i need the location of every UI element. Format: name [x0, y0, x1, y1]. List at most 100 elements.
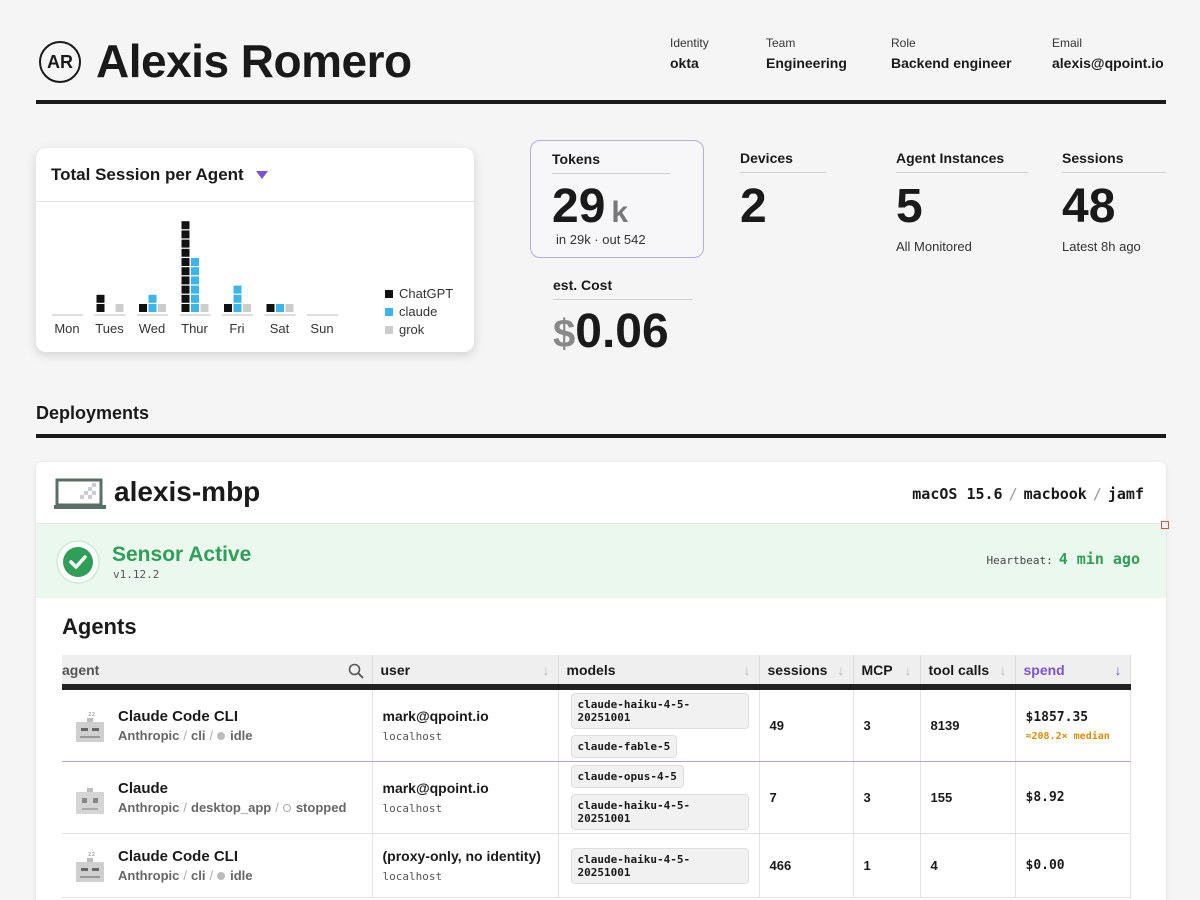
- bar-segment-claude[interactable]: [148, 304, 157, 312]
- bar-segment-claude[interactable]: [148, 294, 157, 303]
- host-meta: macOS 15.6 / macbook / jamf: [912, 485, 1144, 503]
- col-models[interactable]: models ↓: [558, 655, 760, 690]
- bar-segment-grok[interactable]: [285, 304, 294, 312]
- bar-segment-chatgpt[interactable]: [181, 230, 190, 239]
- bar-segment-chatgpt[interactable]: [181, 267, 190, 276]
- bar-segment-claude[interactable]: [276, 304, 284, 312]
- bar-segment-claude[interactable]: [191, 304, 199, 312]
- bar-segment-chatgpt[interactable]: [96, 294, 105, 303]
- table-row[interactable]: Claude Anthropic / desktop_app / stopped mar…: [62, 761, 1131, 834]
- models-cell: claude-haiku-4-5-20251001: [558, 833, 760, 898]
- meta-value: Engineering: [766, 55, 847, 71]
- bar-segment-chatgpt[interactable]: [181, 304, 190, 312]
- sort-arrow-icon[interactable]: ↓: [543, 662, 550, 678]
- sort-arrow-icon[interactable]: ↓: [1115, 662, 1122, 678]
- spend-note: ≈208.2× median: [1025, 730, 1110, 742]
- bar-segment-chatgpt[interactable]: [96, 304, 105, 312]
- heartbeat: Heartbeat: 4 min ago: [986, 550, 1140, 568]
- legend-entry[interactable]: ChatGPT: [399, 286, 453, 301]
- legend-entry[interactable]: grok: [399, 322, 425, 337]
- col-tool-calls[interactable]: tool calls ↓: [920, 655, 1016, 690]
- table-row[interactable]: zz Claude Code CLI Anthropic / cli / idle (p…: [62, 833, 1131, 898]
- spend-value: $1857.35: [1025, 709, 1089, 725]
- bar-segment-claude[interactable]: [191, 276, 199, 285]
- bar-segment-chatgpt[interactable]: [181, 285, 190, 294]
- search-icon[interactable]: [348, 663, 364, 679]
- bar-segment-grok[interactable]: [243, 304, 251, 312]
- legend-entry[interactable]: claude: [399, 304, 437, 319]
- bar-segment-chatgpt[interactable]: [224, 304, 232, 312]
- bar-segment-claude[interactable]: [191, 258, 199, 266]
- tool-calls-cell: 155: [920, 761, 1016, 834]
- meta-role: Role Backend engineer: [891, 36, 1012, 71]
- separator: /: [1092, 485, 1102, 503]
- page-title: Alexis Romero: [96, 35, 412, 87]
- cost-stat: est. Cost $0.06: [553, 277, 693, 357]
- deployment-card: alexis-mbp macOS 15.6 / macbook / jamf Senso…: [36, 462, 1166, 900]
- user-cell: mark@qpoint.io localhost: [372, 761, 559, 834]
- bar-segment-grok[interactable]: [115, 304, 124, 312]
- cost-value: 0.06: [575, 305, 669, 358]
- bar-segment-claude[interactable]: [233, 294, 242, 303]
- table-row[interactable]: zz Claude Code CLI Anthropic / cli / idle ma…: [62, 687, 1131, 762]
- devices-stat: Devices 2: [740, 150, 826, 231]
- meta-value[interactable]: alexis@qpoint.io: [1052, 55, 1164, 71]
- bar-segment-claude[interactable]: [191, 267, 199, 276]
- models-cell: claude-opus-4-5 claude-haiku-4-5-2025100…: [558, 761, 760, 834]
- tool-calls-cell: 8139: [920, 687, 1016, 762]
- chart-header[interactable]: Total Session per Agent: [36, 148, 474, 202]
- resize-handle[interactable]: [1161, 521, 1169, 529]
- instances-value: 5: [896, 180, 923, 233]
- session-chart-card: Total Session per Agent Mon Tues Wed Thur Fr…: [36, 148, 474, 352]
- bar-segment-chatgpt[interactable]: [181, 276, 190, 285]
- agent-state: idle: [230, 728, 253, 743]
- bar-segment-chatgpt[interactable]: [181, 258, 190, 266]
- table-header: agent user ↓ models ↓ sessions ↓ MCP ↓ tool …: [62, 655, 1131, 690]
- bar-segment-claude[interactable]: [191, 285, 199, 294]
- agent-state: stopped: [295, 800, 347, 815]
- laptop-icon: [54, 478, 106, 509]
- col-models-label: models: [566, 661, 616, 678]
- svg-text:zz: zz: [88, 851, 96, 858]
- bar-segment-chatgpt[interactable]: [181, 248, 190, 257]
- bar-segment-chatgpt[interactable]: [139, 304, 147, 312]
- col-agent[interactable]: agent: [62, 655, 373, 690]
- spend-cell: $1857.35 ≈208.2× median: [1015, 687, 1131, 762]
- legend-swatch: [385, 326, 393, 334]
- sort-arrow-icon[interactable]: ↓: [1000, 662, 1007, 678]
- col-mcp[interactable]: MCP ↓: [853, 655, 921, 690]
- user-cell: (proxy-only, no identity) localhost: [372, 833, 559, 898]
- agent-name[interactable]: Claude Code CLI: [118, 708, 362, 725]
- mcp-cell: 3: [853, 761, 921, 834]
- col-spend[interactable]: spend ↓: [1015, 655, 1131, 690]
- agent-meta: Anthropic / cli / idle: [118, 728, 362, 743]
- col-tool-calls-label: tool calls: [928, 661, 990, 678]
- bar-segment-chatgpt[interactable]: [181, 221, 190, 230]
- sort-arrow-icon[interactable]: ↓: [838, 662, 845, 678]
- col-sessions[interactable]: sessions ↓: [759, 655, 854, 690]
- sort-arrow-icon[interactable]: ↓: [905, 662, 912, 678]
- agent-name[interactable]: Claude Code CLI: [118, 848, 362, 865]
- agent-vendor: Anthropic: [118, 868, 180, 883]
- sort-arrow-icon[interactable]: ↓: [744, 662, 751, 678]
- sensor-version: v1.12.2: [113, 568, 160, 581]
- meta-email: Email alexis@qpoint.io: [1052, 36, 1164, 71]
- bar-segment-claude[interactable]: [233, 304, 242, 312]
- agent-name[interactable]: Claude: [118, 780, 362, 797]
- user-name: mark@qpoint.io: [382, 780, 489, 796]
- bar-segment-grok[interactable]: [200, 304, 209, 312]
- bar-segment-chatgpt[interactable]: [266, 304, 275, 312]
- bar-segment-grok[interactable]: [158, 304, 166, 312]
- tokens-value-group: 29 k: [552, 183, 628, 231]
- separator: /: [183, 800, 188, 815]
- col-user[interactable]: user ↓: [372, 655, 559, 690]
- bar-segment-claude[interactable]: [233, 285, 242, 294]
- bar-segment-chatgpt[interactable]: [181, 239, 190, 248]
- caret-down-icon[interactable]: [255, 170, 268, 179]
- tokens-label: Tokens: [552, 151, 670, 174]
- divider: [36, 434, 1166, 438]
- bar-segment-claude[interactable]: [191, 294, 199, 303]
- bar-segment-chatgpt[interactable]: [181, 294, 190, 303]
- mcp-cell: 3: [853, 687, 921, 762]
- host-row[interactable]: alexis-mbp macOS 15.6 / macbook / jamf: [36, 462, 1166, 524]
